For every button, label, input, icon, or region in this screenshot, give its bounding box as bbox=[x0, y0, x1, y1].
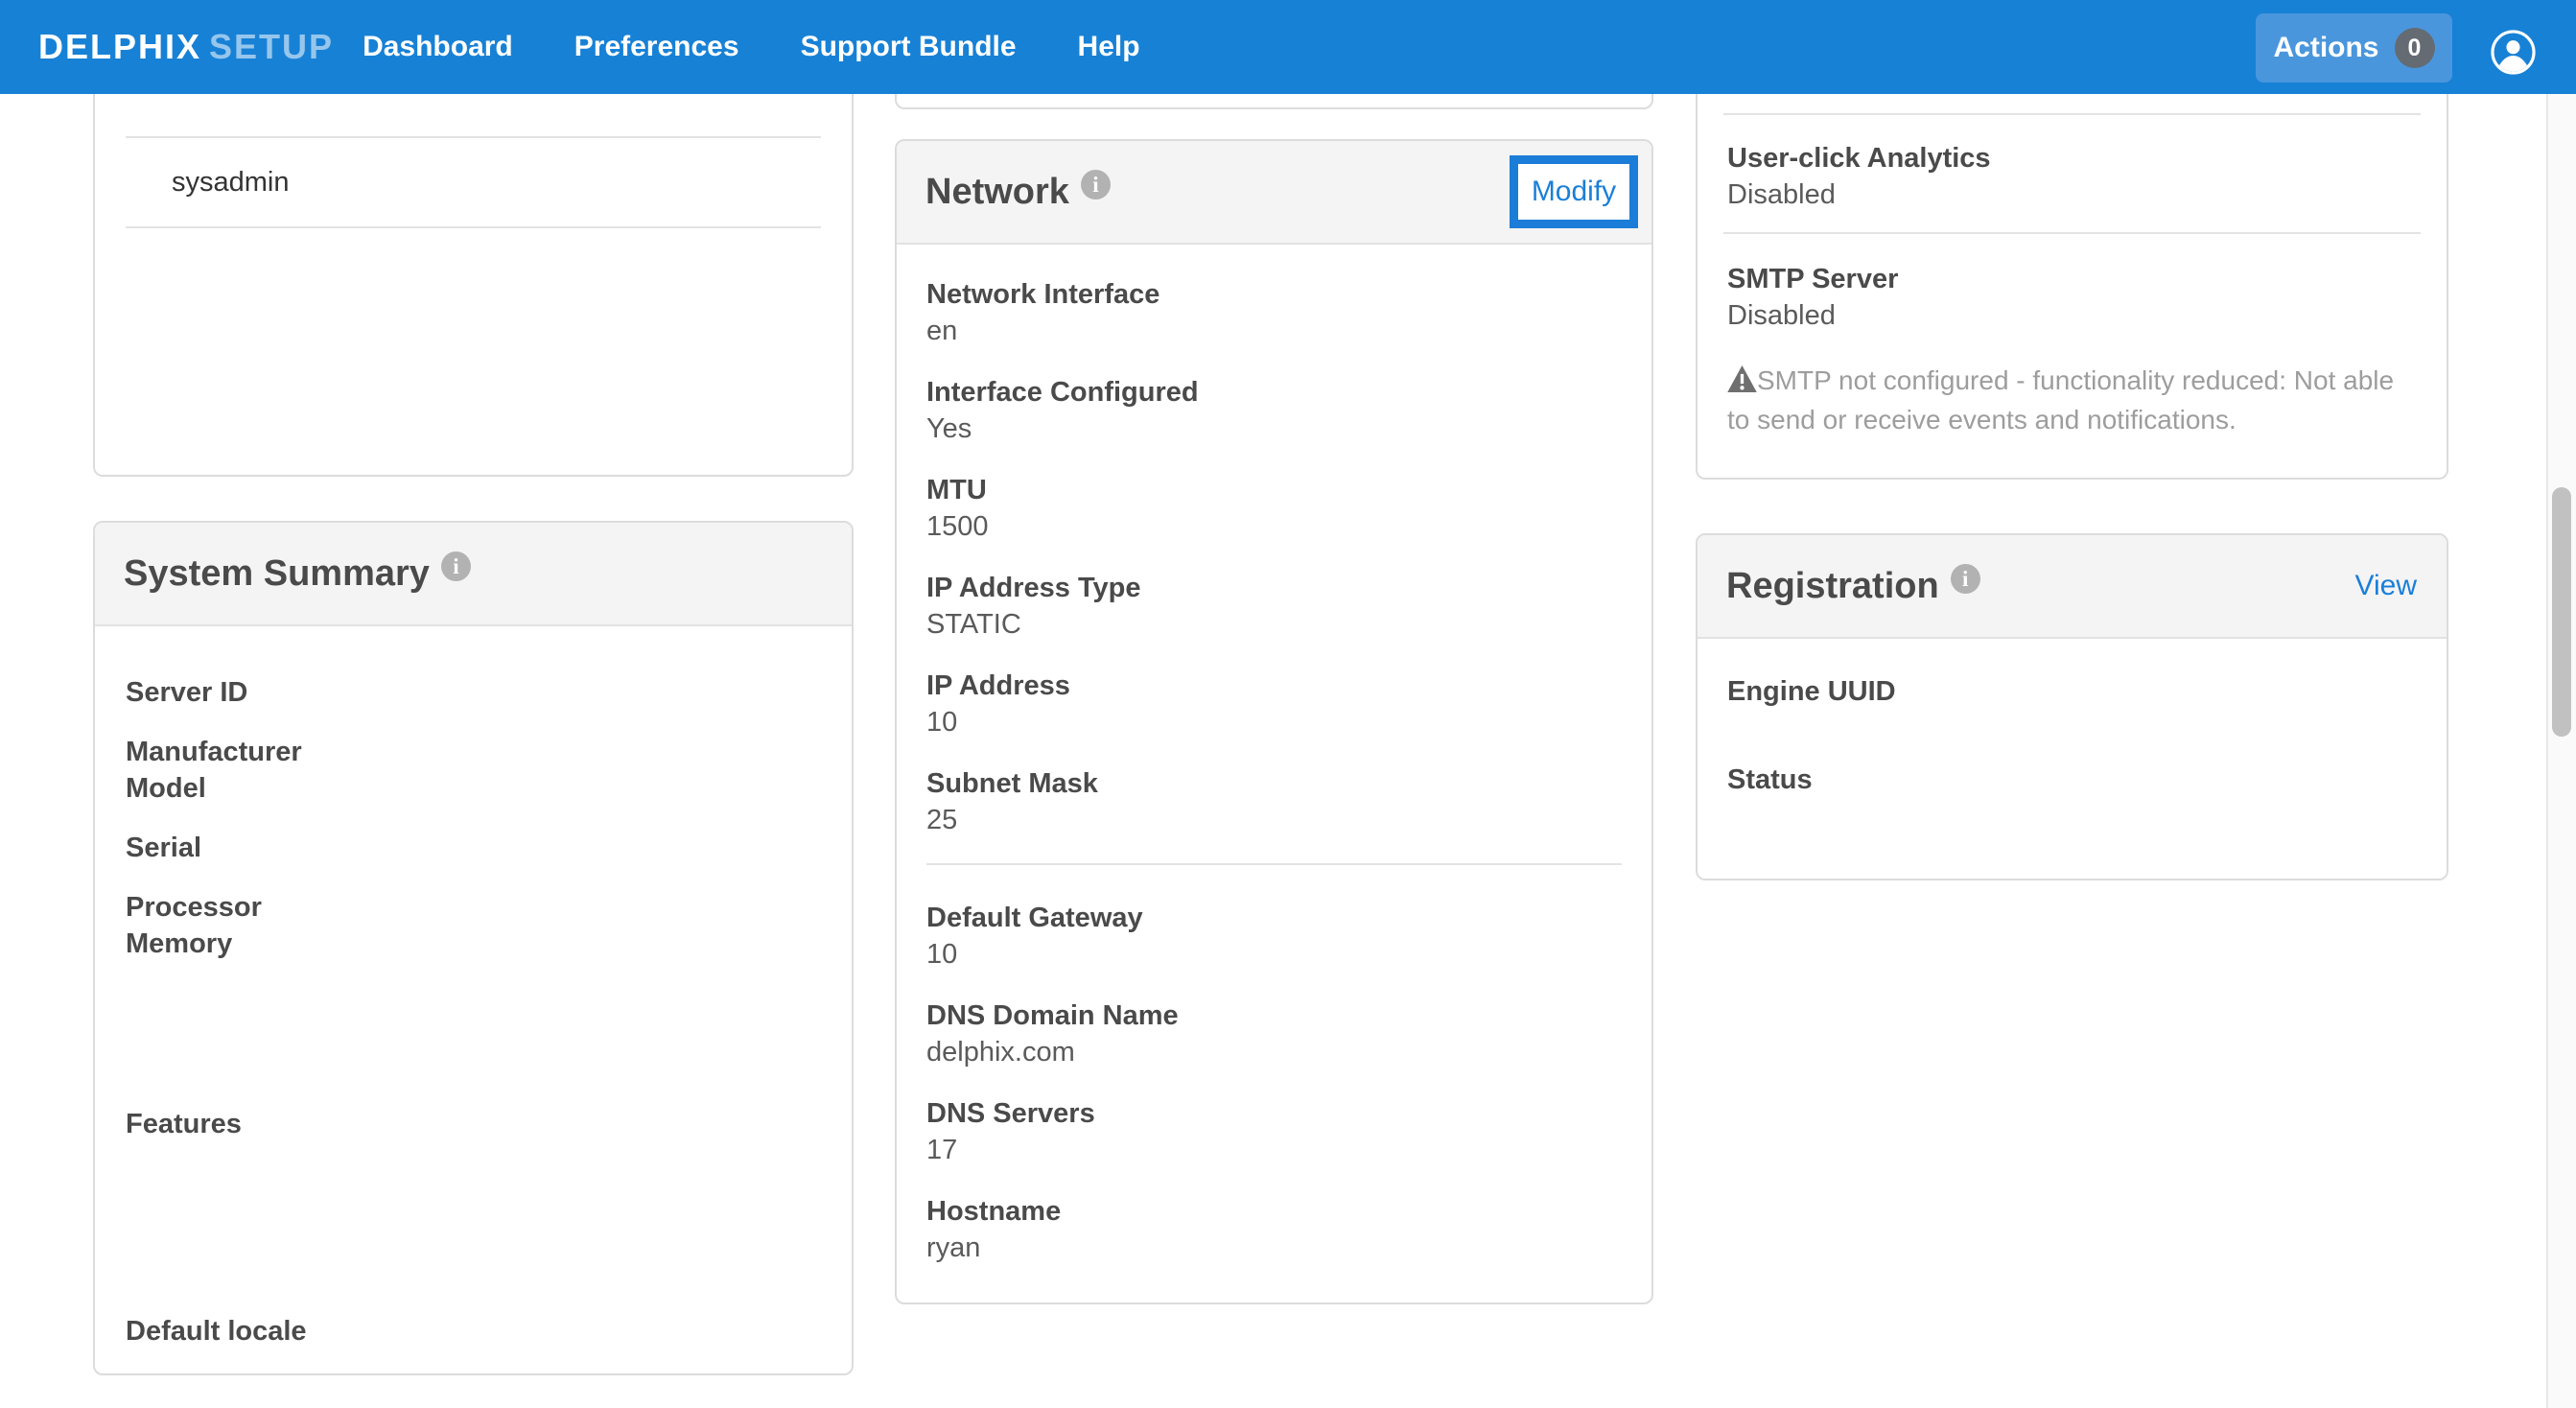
field-label: IP Address Type bbox=[926, 570, 1622, 606]
actions-button-label: Actions bbox=[2273, 32, 2378, 64]
field-value: 1500 bbox=[926, 508, 1622, 545]
actions-button[interactable]: Actions 0 bbox=[2256, 13, 2452, 82]
network-card-header: Network i Modify bbox=[897, 141, 1651, 245]
smtp-warning-message: SMTP not configured - functionality redu… bbox=[1727, 361, 2417, 439]
scrollbar-track[interactable] bbox=[2546, 94, 2576, 1408]
field-label-processor: Processor bbox=[126, 889, 821, 926]
nav-item-preferences[interactable]: Preferences bbox=[574, 31, 739, 63]
field-value: 10 bbox=[926, 936, 1622, 973]
network-card: Network i Modify Network Interface en In… bbox=[895, 139, 1653, 1304]
field-dns-domain-name: DNS Domain Name delphix.com bbox=[926, 997, 1622, 1070]
field-value: 25 bbox=[926, 802, 1622, 838]
brand-secondary: SETUP bbox=[209, 27, 334, 66]
field-value: ryan bbox=[926, 1230, 1622, 1266]
field-value: en bbox=[926, 313, 1622, 349]
user-avatar-icon[interactable] bbox=[2491, 30, 2536, 75]
field-value: Yes bbox=[926, 411, 1622, 447]
field-label: MTU bbox=[926, 472, 1622, 508]
field-ip-address: IP Address 10 bbox=[926, 668, 1622, 740]
user-list-card: sysadmin bbox=[93, 94, 854, 477]
system-summary-title: System Summary bbox=[124, 553, 430, 595]
status-card: User-click Analytics Disabled SMTP Serve… bbox=[1696, 94, 2448, 480]
network-title: Network bbox=[925, 172, 1069, 213]
view-link[interactable]: View bbox=[2355, 570, 2417, 602]
info-icon[interactable]: i bbox=[1081, 170, 1111, 199]
network-card-body: Network Interface en Interface Configure… bbox=[897, 245, 1651, 1266]
field-network-interface: Network Interface en bbox=[926, 276, 1622, 349]
field-label: Subnet Mask bbox=[926, 765, 1622, 802]
field-label-memory: Memory bbox=[126, 926, 821, 962]
field-default-gateway: Default Gateway 10 bbox=[926, 900, 1622, 973]
field-ip-address-type: IP Address Type STATIC bbox=[926, 570, 1622, 643]
field-hostname: Hostname ryan bbox=[926, 1193, 1622, 1266]
actions-count-badge: 0 bbox=[2395, 28, 2435, 68]
field-label: Hostname bbox=[926, 1193, 1622, 1230]
field-subnet-mask: Subnet Mask 25 bbox=[926, 765, 1622, 838]
field-value: Disabled bbox=[1727, 176, 2417, 213]
registration-card: Registration i View Engine UUID Status bbox=[1696, 533, 2448, 880]
field-label: Engine UUID bbox=[1727, 673, 2417, 710]
field-status: Status bbox=[1727, 762, 2417, 834]
field-dns-servers: DNS Servers 17 bbox=[926, 1095, 1622, 1168]
field-value: 17 bbox=[926, 1132, 1622, 1168]
field-label-serial: Serial bbox=[126, 830, 821, 866]
nav-links: Dashboard Preferences Support Bundle Hel… bbox=[363, 31, 1140, 63]
divider bbox=[926, 863, 1622, 865]
field-user-click-analytics: User-click Analytics Disabled bbox=[1727, 140, 2417, 213]
field-mtu: MTU 1500 bbox=[926, 472, 1622, 545]
field-label: User-click Analytics bbox=[1727, 140, 2417, 176]
field-smtp-server: SMTP Server Disabled bbox=[1727, 261, 2417, 334]
field-label: Default Gateway bbox=[926, 900, 1622, 936]
registration-title: Registration bbox=[1726, 566, 1939, 607]
delphix-setup-logo[interactable]: DELPHIXSETUP bbox=[38, 27, 334, 67]
info-icon[interactable]: i bbox=[441, 551, 471, 581]
field-label: Status bbox=[1727, 762, 2417, 798]
field-label: Interface Configured bbox=[926, 374, 1622, 411]
field-value: Disabled bbox=[1727, 297, 2417, 334]
field-label: DNS Servers bbox=[926, 1095, 1622, 1132]
field-label: SMTP Server bbox=[1727, 261, 2417, 297]
field-value: delphix.com bbox=[926, 1034, 1622, 1070]
sysadmin-label: sysadmin bbox=[172, 167, 290, 199]
field-value bbox=[1727, 710, 2417, 746]
field-label-server-id: Server ID bbox=[126, 674, 821, 711]
field-engine-uuid: Engine UUID bbox=[1727, 673, 2417, 746]
field-label-default-locale: Default locale bbox=[126, 1313, 821, 1349]
nav-item-dashboard[interactable]: Dashboard bbox=[363, 31, 513, 63]
divider bbox=[1723, 113, 2421, 115]
top-navbar: DELPHIXSETUP Dashboard Preferences Suppo… bbox=[0, 0, 2576, 94]
field-label-manufacturer: Manufacturer bbox=[126, 734, 821, 770]
system-summary-body: Server ID Manufacturer Model Serial Proc… bbox=[95, 626, 852, 1349]
warning-text: SMTP not configured - functionality redu… bbox=[1727, 365, 2394, 434]
nav-item-help[interactable]: Help bbox=[1078, 31, 1140, 63]
modify-button-highlight-ring[interactable]: Modify bbox=[1510, 155, 1638, 228]
field-label-features: Features bbox=[126, 1106, 821, 1142]
registration-body: Engine UUID Status bbox=[1698, 639, 2447, 834]
system-summary-header: System Summary i bbox=[95, 523, 852, 626]
brand-primary: DELPHIX bbox=[38, 27, 201, 66]
field-value: STATIC bbox=[926, 606, 1622, 643]
field-label: IP Address bbox=[926, 668, 1622, 704]
list-item-sysadmin[interactable]: sysadmin bbox=[126, 136, 821, 228]
field-label: DNS Domain Name bbox=[926, 997, 1622, 1034]
warning-triangle-icon bbox=[1727, 364, 1757, 390]
registration-header: Registration i View bbox=[1698, 535, 2447, 639]
modify-button[interactable]: Modify bbox=[1532, 176, 1616, 208]
info-icon[interactable]: i bbox=[1951, 564, 1980, 594]
field-interface-configured: Interface Configured Yes bbox=[926, 374, 1622, 447]
field-label-model: Model bbox=[126, 770, 821, 807]
field-value bbox=[1727, 798, 2417, 834]
nav-item-support-bundle[interactable]: Support Bundle bbox=[801, 31, 1017, 63]
divider bbox=[1723, 232, 2421, 234]
scrollbar-thumb[interactable] bbox=[2552, 487, 2571, 737]
field-label: Network Interface bbox=[926, 276, 1622, 313]
system-summary-card: System Summary i Server ID Manufacturer … bbox=[93, 521, 854, 1375]
field-value: 10 bbox=[926, 704, 1622, 740]
